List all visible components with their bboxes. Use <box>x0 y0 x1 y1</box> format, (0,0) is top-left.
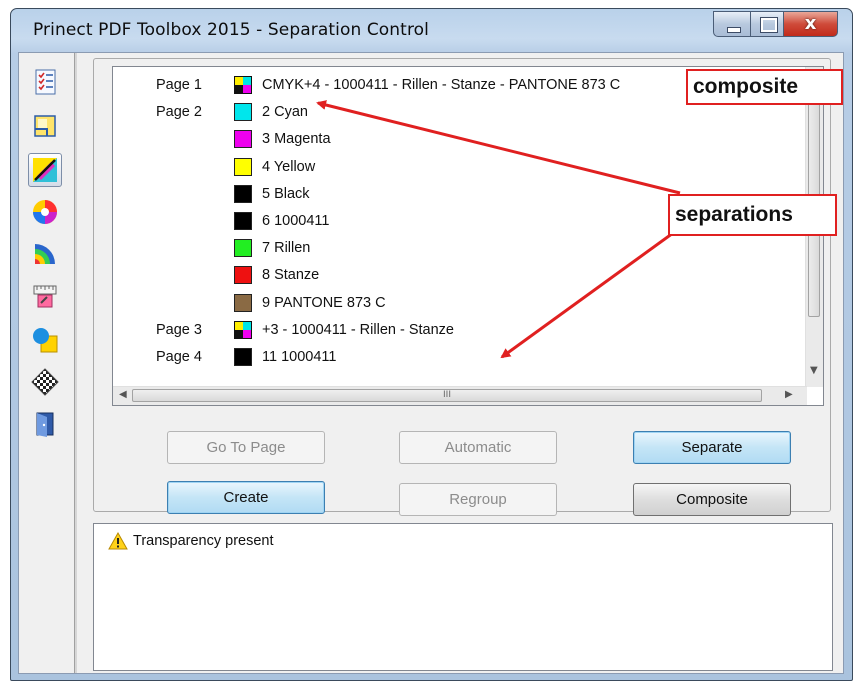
page-layout-icon <box>34 115 56 137</box>
separation-label: +3 - 1000411 - Rillen - Stanze <box>262 321 454 338</box>
separation-label: 3 Magenta <box>262 131 331 148</box>
create-button[interactable]: Create <box>167 481 325 514</box>
page-label: Page 2 <box>156 104 202 121</box>
title-bar[interactable]: Prinect PDF Toolbox 2015 - Separation Co… <box>11 9 852 53</box>
color-swatch <box>234 348 252 366</box>
separation-label: 2 Cyan <box>262 104 308 121</box>
message-panel: Transparency present <box>93 523 833 671</box>
color-swatch <box>234 212 252 230</box>
color-fan-icon <box>35 244 55 264</box>
separation-label: 4 Yellow <box>262 158 316 175</box>
ruler-edit-icon <box>33 285 57 308</box>
color-swatch <box>234 266 252 285</box>
close-button[interactable]: x <box>783 11 838 37</box>
separation-label: 8 Stanze <box>262 267 320 284</box>
horizontal-scroll-thumb[interactable]: III <box>132 389 762 402</box>
separation-label: CMYK+4 - 1000411 - Rillen - Stanze - PAN… <box>262 77 621 93</box>
page-layout-tool-button[interactable] <box>30 111 60 141</box>
scroll-down-arrow-icon[interactable]: ▼ <box>810 365 818 376</box>
checklist-tool-button[interactable] <box>30 67 60 97</box>
separation-row[interactable]: 9 PANTONE 873 C <box>113 291 813 317</box>
transparency-message: Transparency present <box>133 533 274 549</box>
color-fan-tool-button[interactable] <box>30 239 60 269</box>
maximize-icon <box>760 17 778 33</box>
minimize-button[interactable] <box>713 11 751 37</box>
cmyk-swatch-icon <box>234 76 252 94</box>
separation-row[interactable]: 8 Stanze <box>113 263 813 289</box>
separation-row[interactable]: 3 Magenta <box>113 127 813 153</box>
separation-control-icon <box>33 158 57 182</box>
color-swatch <box>234 103 252 122</box>
separation-label: 5 Black <box>262 185 310 202</box>
separation-label: 6 1000411 <box>262 213 330 229</box>
checkerboard-icon <box>31 368 59 396</box>
scroll-left-arrow-icon[interactable]: ◀ <box>119 389 127 400</box>
separation-control-tool-button[interactable] <box>28 153 62 187</box>
separation-row[interactable]: 7 Rillen <box>113 236 813 262</box>
horizontal-scrollbar[interactable]: ◀ III ▶ <box>113 386 807 405</box>
separation-label: 7 Rillen <box>262 240 311 257</box>
close-icon: x <box>804 13 817 34</box>
regroup-button[interactable]: Regroup <box>399 483 557 516</box>
separation-label: 11 1000411 <box>262 349 337 365</box>
shapes-overlay-icon <box>33 328 58 353</box>
app-window: Prinect PDF Toolbox 2015 - Separation Co… <box>10 8 853 681</box>
separation-list[interactable]: Page 1 CMYK+4 - 1000411 - Rillen - Stanze… <box>112 66 824 406</box>
page-label: Page 4 <box>156 349 202 365</box>
separation-row[interactable]: 4 Yellow <box>113 155 813 181</box>
scroll-right-arrow-icon[interactable]: ▶ <box>785 389 793 400</box>
composite-annotation-label: composite <box>686 69 843 105</box>
color-swatch <box>234 293 252 312</box>
exit-tool-button[interactable] <box>30 409 60 439</box>
maximize-button[interactable] <box>750 11 784 37</box>
exit-door-icon <box>36 412 54 437</box>
checkerboard-tool-button[interactable] <box>30 367 60 397</box>
color-wheel-tool-button[interactable] <box>30 197 60 227</box>
color-swatch <box>234 130 252 149</box>
page-label: Page 3 <box>156 321 202 338</box>
dialog-client-area: Page 1 CMYK+4 - 1000411 - Rillen - Stanze… <box>18 52 844 674</box>
separation-label: 9 PANTONE 873 C <box>262 294 386 311</box>
separations-annotation-label: separations <box>668 194 837 236</box>
page-label: Page 1 <box>156 77 202 93</box>
vertical-scroll-thumb[interactable] <box>808 69 820 317</box>
ruler-edit-tool-button[interactable] <box>30 281 60 311</box>
window-title: Prinect PDF Toolbox 2015 - Separation Co… <box>33 20 429 40</box>
left-toolbar <box>20 53 74 673</box>
automatic-button[interactable]: Automatic <box>399 431 557 464</box>
toolbar-divider <box>74 53 77 673</box>
separation-row[interactable]: Page 3 +3 - 1000411 - Rillen - Stanze <box>113 318 813 344</box>
separate-button[interactable]: Separate <box>633 431 791 464</box>
go-to-page-button[interactable]: Go To Page <box>167 431 325 464</box>
separation-row[interactable]: Page 4 11 1000411 <box>113 345 813 371</box>
color-swatch <box>234 184 252 203</box>
color-wheel-icon <box>33 200 57 224</box>
color-swatch <box>234 239 252 258</box>
checklist-icon <box>35 69 56 95</box>
scroll-grip: III <box>443 390 451 400</box>
minimize-icon <box>727 27 741 33</box>
color-swatch <box>234 157 252 176</box>
warning-icon <box>108 532 128 550</box>
composite-button[interactable]: Composite <box>633 483 791 516</box>
shapes-overlay-tool-button[interactable] <box>30 325 60 355</box>
cmyk-swatch-icon <box>234 320 252 339</box>
